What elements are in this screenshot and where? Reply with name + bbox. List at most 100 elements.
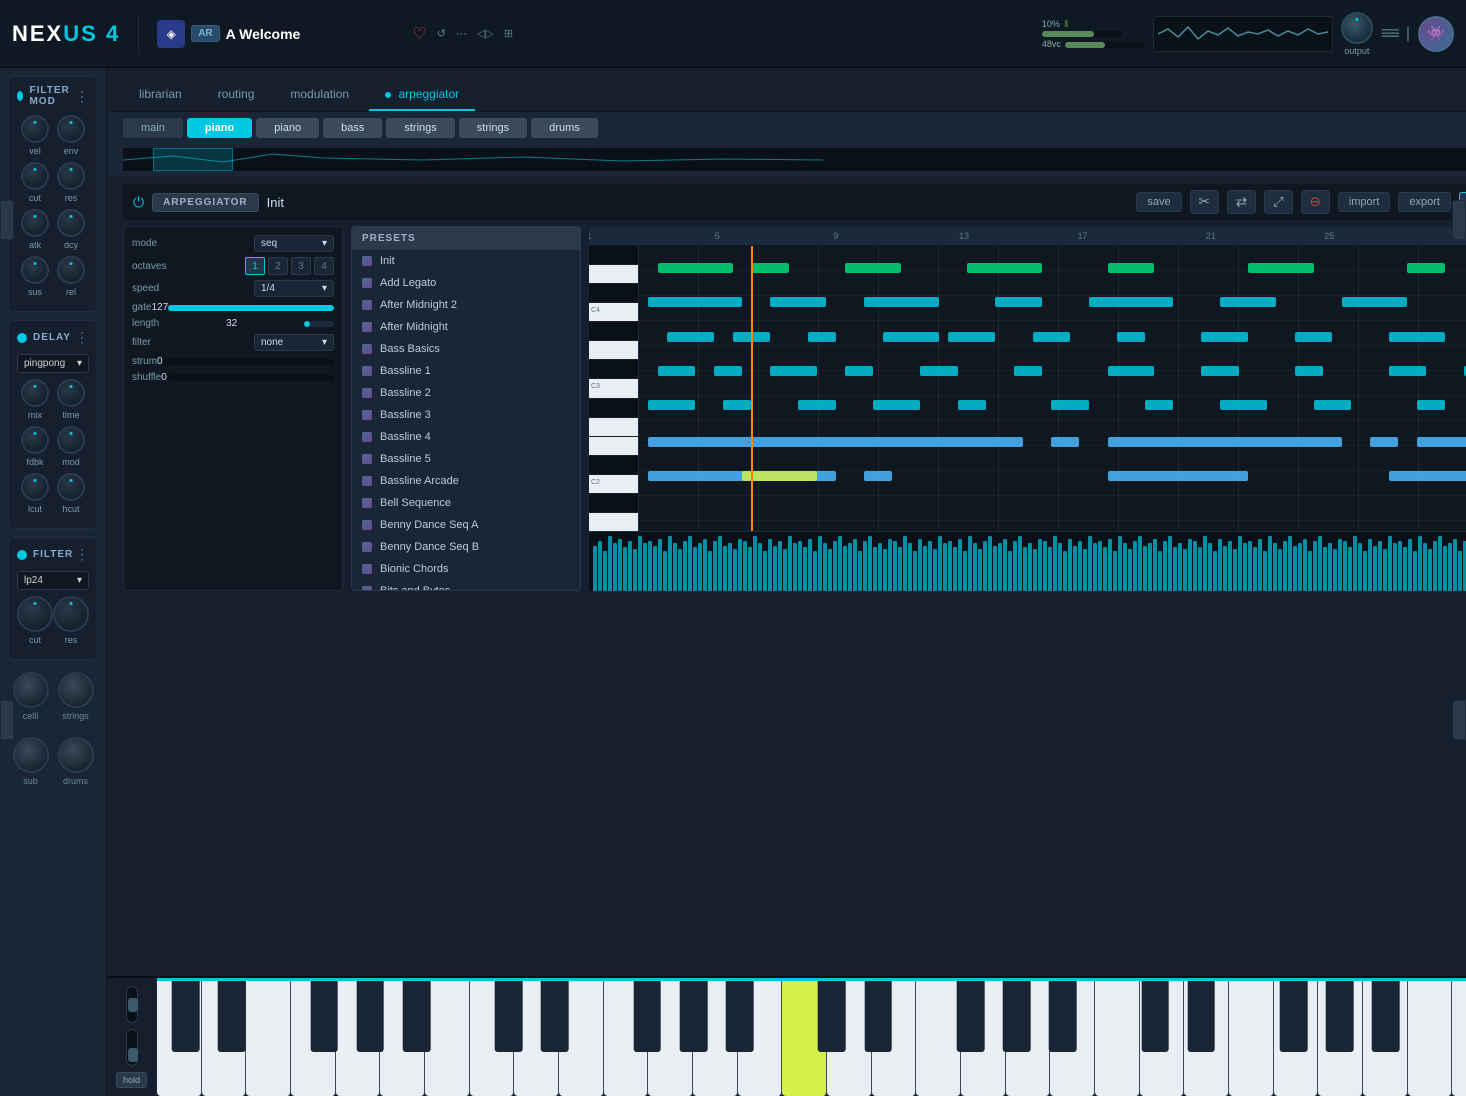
velocity-bar[interactable] xyxy=(1053,536,1057,591)
velocity-bar[interactable] xyxy=(1013,541,1017,591)
white-key[interactable] xyxy=(380,981,425,1096)
note-35[interactable] xyxy=(1295,366,1323,376)
velocity-bar[interactable] xyxy=(638,536,642,591)
note-57[interactable] xyxy=(1108,471,1249,481)
velocity-bar[interactable] xyxy=(1228,541,1232,591)
velocity-bar[interactable] xyxy=(923,546,927,591)
velocity-bar[interactable] xyxy=(1103,547,1107,591)
velocity-bar[interactable] xyxy=(678,549,682,591)
white-key[interactable] xyxy=(1229,981,1274,1096)
velocity-bar[interactable] xyxy=(1023,547,1027,591)
velocity-bar[interactable] xyxy=(1093,543,1097,591)
left-side-knob-bottom[interactable] xyxy=(0,700,14,740)
velocity-bar[interactable] xyxy=(898,547,902,591)
white-key-pressed[interactable] xyxy=(782,981,827,1096)
velocity-bar[interactable] xyxy=(1003,539,1007,591)
velocity-bar[interactable] xyxy=(728,543,732,591)
undo-icon[interactable]: ↺ xyxy=(437,27,446,40)
velocity-bar[interactable] xyxy=(793,543,797,591)
velocity-bar[interactable] xyxy=(1203,536,1207,591)
delay-power[interactable] xyxy=(17,333,27,343)
note-34[interactable] xyxy=(1201,366,1238,376)
note-7[interactable] xyxy=(1407,263,1444,273)
velocity-bar[interactable] xyxy=(1313,541,1317,591)
velocity-bar[interactable] xyxy=(1118,536,1122,591)
velocity-bar[interactable] xyxy=(718,536,722,591)
velocity-bar[interactable] xyxy=(1368,539,1372,591)
tab-librarian[interactable]: librarian xyxy=(123,79,198,111)
drums-knob[interactable] xyxy=(58,737,94,773)
velocity-bar[interactable] xyxy=(1258,539,1262,591)
note-43[interactable] xyxy=(958,400,986,410)
velocity-bar[interactable] xyxy=(1413,551,1417,591)
velocity-bar[interactable] xyxy=(838,536,842,591)
velocity-bar[interactable] xyxy=(1173,547,1177,591)
note-40[interactable] xyxy=(723,400,751,410)
note-11[interactable] xyxy=(995,297,1042,307)
note-39[interactable] xyxy=(648,400,695,410)
white-key[interactable] xyxy=(648,981,693,1096)
menu-lines-icon[interactable]: ≡≡ xyxy=(1381,23,1398,44)
velocity-bar[interactable] xyxy=(738,539,742,591)
user-avatar[interactable]: 👾 xyxy=(1418,16,1454,52)
velocity-bar[interactable] xyxy=(623,547,627,591)
note-41[interactable] xyxy=(798,400,835,410)
note-6[interactable] xyxy=(1248,263,1314,273)
velocity-bar[interactable] xyxy=(978,549,982,591)
note-29[interactable] xyxy=(770,366,817,376)
velocity-bar[interactable] xyxy=(1268,536,1272,591)
channel-piano1[interactable]: piano xyxy=(187,118,252,138)
output-knob-dial[interactable] xyxy=(1341,12,1373,44)
velocity-bar[interactable] xyxy=(1098,541,1102,591)
velocity-bar[interactable] xyxy=(1008,551,1012,591)
velocity-bar[interactable] xyxy=(753,536,757,591)
velocity-bar[interactable] xyxy=(1373,546,1377,591)
velocity-bar[interactable] xyxy=(648,541,652,591)
velocity-bar[interactable] xyxy=(963,551,967,591)
white-key[interactable] xyxy=(1006,981,1051,1096)
velocity-bar[interactable] xyxy=(833,541,837,591)
velocity-bar[interactable] xyxy=(693,547,697,591)
velocity-bar[interactable] xyxy=(763,551,767,591)
velocity-bar[interactable] xyxy=(663,551,667,591)
white-key[interactable] xyxy=(246,981,291,1096)
piano-key-row[interactable] xyxy=(589,246,638,265)
velocity-bar[interactable] xyxy=(1143,546,1147,591)
velocity-bar[interactable] xyxy=(1183,549,1187,591)
delay-mix-knob[interactable] xyxy=(21,379,49,407)
velocity-bar[interactable] xyxy=(1133,541,1137,591)
velocity-bar[interactable] xyxy=(1348,547,1352,591)
note-14[interactable] xyxy=(1342,297,1408,307)
velocity-bar[interactable] xyxy=(1363,551,1367,591)
arp-save-btn[interactable]: save xyxy=(1136,192,1181,212)
piano-key-row-g3[interactable]: C3 xyxy=(589,379,638,398)
velocity-bar[interactable] xyxy=(893,541,897,591)
favorite-icon[interactable]: ♡ xyxy=(412,24,426,44)
tab-routing[interactable]: routing xyxy=(202,79,271,111)
mode-dropdown[interactable]: seq ▾ xyxy=(254,235,334,252)
white-key[interactable] xyxy=(872,981,917,1096)
piano-key-row-b3[interactable] xyxy=(589,322,638,341)
white-key[interactable] xyxy=(1184,981,1229,1096)
velocity-bar[interactable] xyxy=(1323,547,1327,591)
sus-knob[interactable] xyxy=(21,256,49,284)
overview-selection[interactable] xyxy=(153,148,233,171)
pitch-bend-slider[interactable] xyxy=(126,986,138,1023)
velocity-bar[interactable] xyxy=(1148,543,1152,591)
note-10[interactable] xyxy=(864,297,939,307)
note-13[interactable] xyxy=(1220,297,1276,307)
white-key[interactable] xyxy=(961,981,1006,1096)
velocity-bar[interactable] xyxy=(713,541,717,591)
white-key[interactable] xyxy=(425,981,470,1096)
note-2[interactable] xyxy=(751,263,788,273)
preset-item-bassline-2[interactable]: Bassline 2 xyxy=(352,382,580,404)
velocity-bar[interactable] xyxy=(1358,543,1362,591)
length-slider[interactable] xyxy=(304,321,334,327)
note-22[interactable] xyxy=(1117,332,1145,342)
white-key[interactable] xyxy=(559,981,604,1096)
preset-item-bassline-arcade[interactable]: Bassline Arcade xyxy=(352,470,580,492)
note-3[interactable] xyxy=(845,263,901,273)
delay-lcut-knob[interactable] xyxy=(21,473,49,501)
atk-knob[interactable] xyxy=(21,209,49,237)
delay-menu-icon[interactable]: ⋮ xyxy=(75,329,89,346)
